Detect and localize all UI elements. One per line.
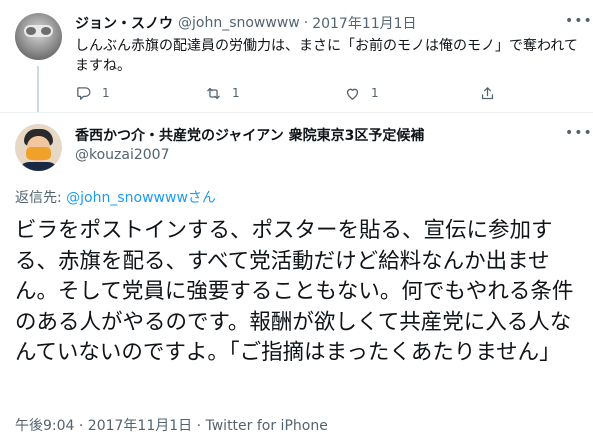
reply-avatar[interactable] [15, 13, 62, 60]
main-avatar[interactable] [15, 124, 62, 171]
heart-icon [346, 88, 359, 100]
tweet-meta[interactable]: 午後9:04 · 2017年11月1日 · Twitter for iPhone [15, 415, 328, 435]
retweet-icon [207, 87, 220, 99]
reply-text: しんぶん赤旗の配達員の労働力は、まさに「お前のモノは俺のモノ」で奪われてますね。 [75, 38, 578, 74]
main-more-icon[interactable]: ••• [565, 126, 592, 140]
avatar-body [19, 162, 58, 171]
retweet-button[interactable]: 1 [205, 83, 240, 103]
main-tweet-text: ビラをポストインする、ポスターを貼る、宣伝に参加する、赤旗を配る、すべて党活動だ… [15, 218, 574, 365]
replying-to-prefix: 返信先: [15, 190, 67, 206]
avatar-face [24, 25, 53, 37]
retweet-count: 1 [232, 86, 240, 100]
share-icon [481, 86, 494, 99]
reply-separator: · [303, 15, 309, 31]
main-handle[interactable]: @kouzai2007 [75, 147, 170, 163]
reply-count: 1 [102, 86, 110, 100]
replying-to-mention[interactable]: @john_snowwwwさん [66, 190, 216, 206]
reply-tweet[interactable]: ジョン・スノウ @john_snowwww · 2017年11月1日 ••• し… [0, 0, 593, 112]
avatar-mask [26, 147, 51, 160]
share-button[interactable] [479, 83, 496, 103]
thread-line [37, 66, 39, 112]
like-button[interactable]: 1 [344, 83, 379, 103]
reply-button[interactable]: 1 [75, 83, 110, 103]
comment-icon [77, 86, 91, 100]
reply-header: ジョン・スノウ @john_snowwww · 2017年11月1日 [75, 13, 417, 33]
reply-more-icon[interactable]: ••• [565, 14, 592, 28]
reply-date[interactable]: 2017年11月1日 [312, 13, 416, 33]
like-count: 1 [371, 86, 379, 100]
replying-to: 返信先: @john_snowwwwさん [15, 187, 216, 207]
reply-handle[interactable]: @john_snowwww [178, 15, 300, 31]
reply-display-name[interactable]: ジョン・スノウ [75, 13, 173, 33]
reply-actions: 1 1 1 [75, 83, 505, 103]
tweet-divider [0, 112, 593, 113]
main-display-name[interactable]: 香西かつ介・共産党のジャイアン 衆院東京3区予定候補 [75, 125, 424, 145]
